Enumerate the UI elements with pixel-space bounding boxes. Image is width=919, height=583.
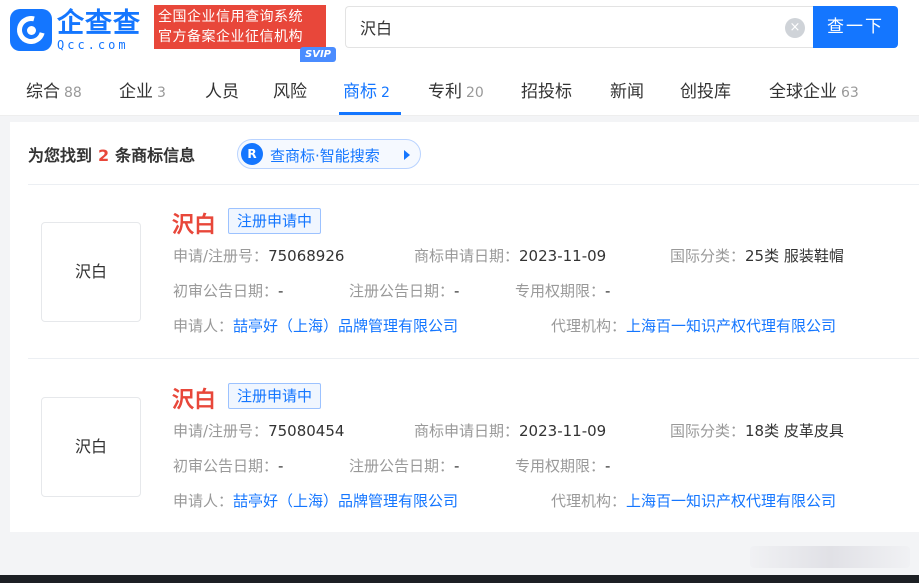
tab-patent[interactable]: 专利 20 (428, 77, 484, 102)
tab-company[interactable]: 企业 3 (119, 77, 166, 102)
trademark-r-icon: R (241, 143, 263, 165)
top-header: 企查查 Qcc.com 全国企业信用查询系统 官方备案企业征信机构 × 查一下 (0, 0, 919, 60)
logo-domain: Qcc.com (57, 37, 129, 52)
trademark-result-item: 沢白 沢白 注册申请中 申请/注册号：75080454 商标申请日期：2023-… (10, 360, 919, 530)
tab-comprehensive[interactable]: 综合 88 (26, 77, 82, 102)
trademark-image[interactable]: 沢白 (41, 222, 141, 322)
active-tab-indicator (339, 112, 401, 115)
applicant-link[interactable]: 喆亭好（上海）品牌管理有限公司 (233, 317, 458, 335)
agent-link[interactable]: 上海百一知识产权代理有限公司 (626, 317, 836, 335)
result-summary: 为您找到 2 条商标信息 (28, 146, 196, 165)
applicant-link[interactable]: 喆亭好（上海）品牌管理有限公司 (233, 492, 458, 510)
clear-icon[interactable]: × (785, 18, 805, 38)
category-tabs: 综合 88 企业 3 人员 风险 SVIP 商标 2 专利 20 招投标 新闻 创投库 … (0, 47, 919, 116)
watermark (750, 546, 910, 568)
search-button[interactable]: 查一下 (813, 6, 898, 48)
tab-trademark[interactable]: 商标 2 (343, 77, 390, 102)
status-badge: 注册申请中 (228, 208, 322, 234)
smart-trademark-search-button[interactable]: R 查商标·智能搜索 (237, 139, 421, 169)
search-box: × (345, 6, 813, 48)
trademark-image[interactable]: 沢白 (41, 397, 141, 497)
qcc-logo[interactable]: 企查查 Qcc.com (10, 8, 150, 52)
trademark-name[interactable]: 沢白 (172, 382, 216, 414)
status-badge: 注册申请中 (228, 383, 322, 409)
tab-bidding[interactable]: 招投标 (521, 77, 572, 102)
divider (28, 358, 919, 359)
logo-wordmark: 企查查 (57, 7, 141, 39)
tab-global-company[interactable]: 全球企业 63 (769, 77, 859, 102)
bottom-bar (0, 575, 919, 583)
search-input[interactable] (360, 7, 780, 47)
credit-system-badge: 全国企业信用查询系统 官方备案企业征信机构 (154, 5, 326, 49)
trademark-result-item: 沢白 沢白 注册申请中 申请/注册号：75068926 商标申请日期：2023-… (10, 185, 919, 355)
tab-risk[interactable]: 风险 (273, 77, 307, 102)
tab-person[interactable]: 人员 (205, 77, 239, 102)
qcc-logo-icon (10, 9, 52, 51)
svip-badge: SVIP (300, 47, 336, 62)
caret-right-icon (404, 150, 410, 160)
trademark-name[interactable]: 沢白 (172, 207, 216, 239)
result-panel: 为您找到 2 条商标信息 R 查商标·智能搜索 沢白 沢白 注册申请中 申请/注册号… (10, 122, 919, 532)
tab-venture[interactable]: 创投库 (680, 77, 731, 102)
agent-link[interactable]: 上海百一知识产权代理有限公司 (626, 492, 836, 510)
tab-news[interactable]: 新闻 (610, 77, 644, 102)
